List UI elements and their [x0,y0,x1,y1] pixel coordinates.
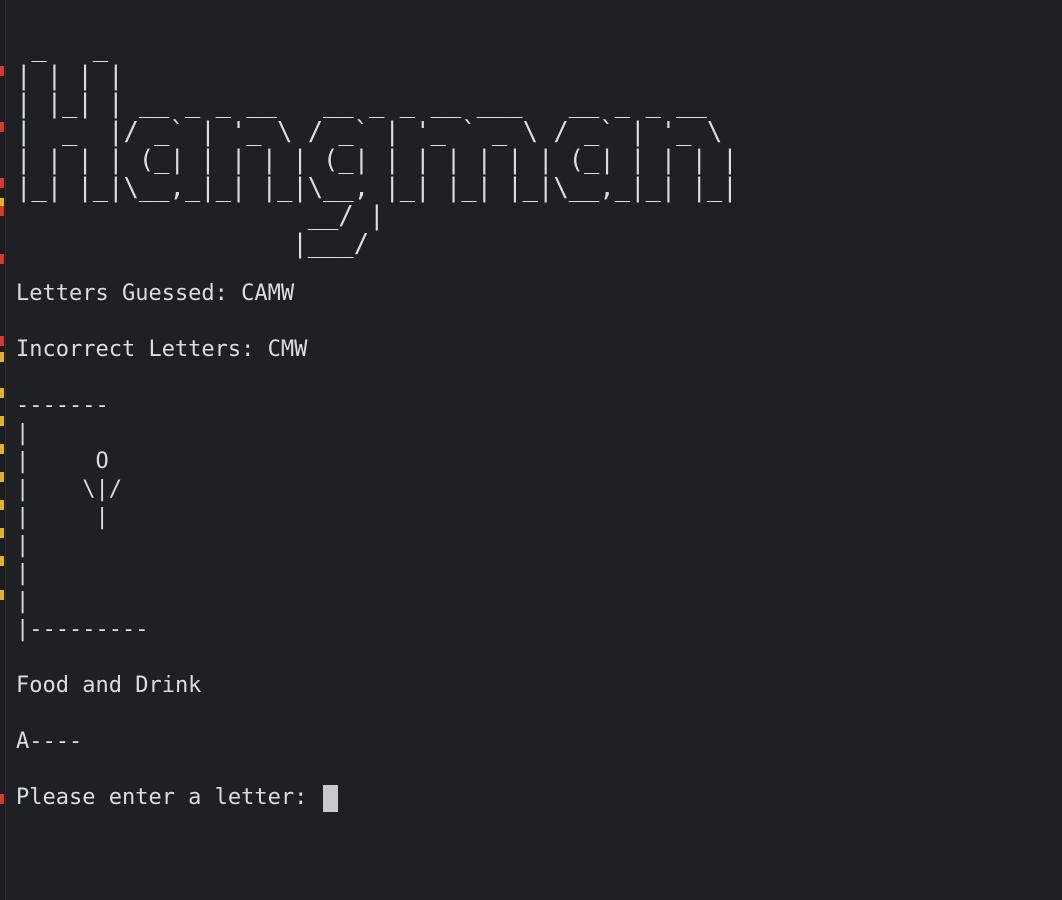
gutter-marker [0,590,4,600]
gutter-marker [0,794,4,804]
category-text: Food and Drink [16,673,202,698]
gutter-marker [0,528,4,538]
gutter-marker [0,254,4,264]
terminal-window[interactable]: _ _ | | | | | |_| | __ _ _ __ __ _ _ __ … [0,0,1062,900]
prompt-text: Please enter a letter: [16,785,321,810]
gutter-marker [0,500,4,510]
gutter-marker [0,66,4,76]
gutter-marker [0,336,4,346]
gallows-drawing: ------- | | O | \|/ | | | | | |--------- [16,393,149,642]
input-prompt[interactable]: Please enter a letter: [16,784,338,812]
gutter-marker [0,444,4,454]
letters-guessed-text: Letters Guessed: CAMW [16,281,295,306]
gutter-marker [0,352,4,362]
gutter-marker [0,206,4,216]
gutter-marker [0,178,4,188]
gutter-marker [0,472,4,482]
hangman-title-banner: _ _ | | | | | |_| | __ _ _ __ __ _ _ __ … [16,33,738,259]
word-progress-text: A---- [16,729,83,754]
gutter [0,0,6,900]
gutter-marker [0,122,4,132]
incorrect-letters-text: Incorrect Letters: CMW [16,337,308,362]
gutter-marker [0,416,4,426]
gutter-marker [0,388,4,398]
gutter-marker [0,556,4,566]
text-cursor[interactable] [322,784,338,812]
